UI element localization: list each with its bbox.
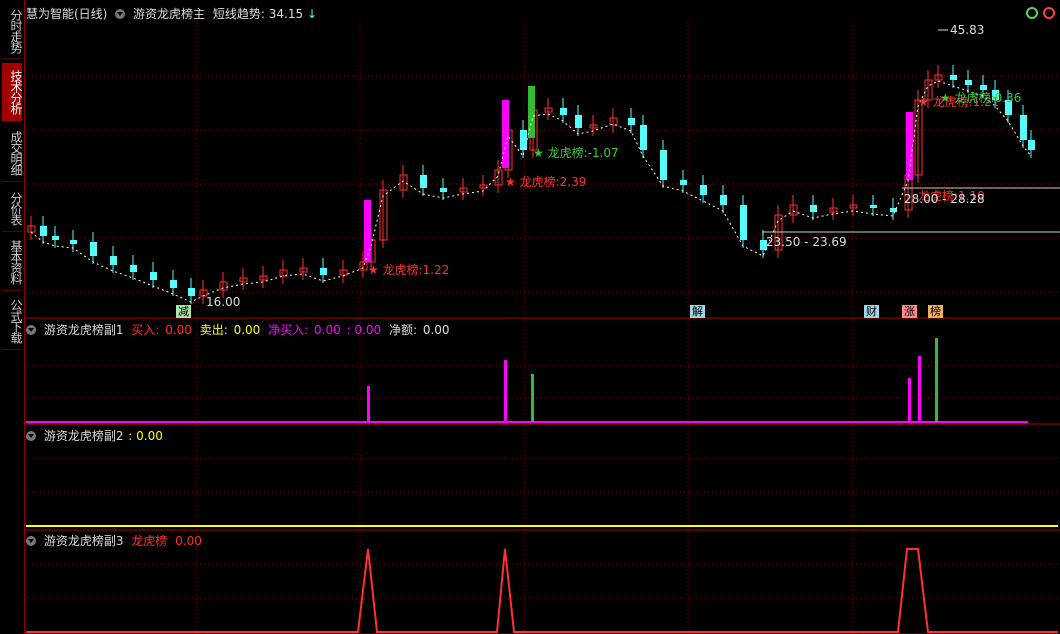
range-label: 23.50 - 23.69: [766, 235, 847, 249]
sub3-value: 0.00: [175, 534, 202, 548]
event-tag-unlock[interactable]: 解: [690, 305, 705, 318]
candle-body: [70, 240, 77, 244]
candle-body: [660, 150, 667, 180]
sub1-net-amount-value: 0.00: [422, 323, 450, 337]
range-label: 28.00 - 28.28: [904, 192, 985, 206]
stock-name: 慧为智能(日线): [26, 7, 108, 21]
sub1-bar: [531, 374, 534, 422]
candle-body: [640, 125, 647, 150]
sub3-label: 龙虎榜: [131, 534, 168, 548]
main-indicator-name[interactable]: 游资龙虎榜主: [133, 7, 205, 21]
sub3-menu-icon[interactable]: [26, 536, 36, 546]
sub1-bar: [935, 338, 938, 422]
candle-body: [810, 205, 817, 212]
sub1-bar: [367, 386, 370, 422]
candle-body: [40, 226, 47, 236]
sub1-net-amount-label: 净额:: [388, 323, 418, 337]
sub1-net-buy-label: 净买入:: [268, 323, 309, 337]
sub1-sell-value: 0.00: [233, 323, 261, 337]
candle-body: [170, 280, 177, 288]
sub1-bar: [918, 356, 921, 422]
sub1-menu-icon[interactable]: [26, 325, 36, 335]
candle-body-billboard: [364, 200, 371, 262]
candle-body: [520, 130, 527, 150]
candle-body: [870, 205, 877, 208]
candle-body: [188, 288, 195, 296]
event-tag-reduce[interactable]: 减: [176, 305, 191, 318]
close-icon[interactable]: [1043, 7, 1055, 19]
candle-body: [575, 115, 582, 128]
event-tag-limit-up[interactable]: 涨: [902, 305, 917, 318]
billboard-annotation: ★ 龙虎榜:-1.07: [533, 145, 619, 160]
event-tag-billboard[interactable]: 榜: [928, 305, 943, 318]
sub2-menu-icon[interactable]: [26, 431, 36, 441]
maximize-icon[interactable]: [1026, 7, 1038, 19]
sub1-title: 游资龙虎榜副1 买入: 0.00 卖出: 0.00 净买入: 0.00 : 0.…: [26, 321, 454, 338]
candle-body: [130, 265, 137, 272]
sub3-line: [26, 548, 1058, 633]
trend-down-arrow-icon: ↓: [306, 7, 317, 21]
candle-body: [420, 175, 427, 188]
sub2-value: : 0.00: [128, 429, 163, 443]
indicator-menu-icon[interactable]: [115, 9, 126, 19]
sub1-buy-value: 0.00: [165, 323, 192, 337]
candle-body: [1028, 140, 1035, 150]
billboard-annotation: ★ 龙虎榜:2.39: [505, 174, 586, 189]
candle-body: [700, 185, 707, 195]
billboard-annotation: ★ 龙虎榜:0.36: [940, 90, 1021, 105]
candle-body: [150, 272, 157, 280]
candle-body: [680, 180, 687, 185]
candle-body: [628, 118, 635, 125]
sub1-buy-label: 买入:: [131, 323, 160, 337]
candle-body: [52, 236, 59, 240]
sub1-bar: [908, 378, 911, 422]
sub1-sell-label: 卖出:: [199, 323, 228, 337]
title-bar: 慧为智能(日线) 游资龙虎榜主 短线趋势: 34.15 ↓: [26, 5, 321, 21]
sub1-bar: [504, 360, 507, 422]
sub1-net-buy-value2: : 0.00: [346, 323, 382, 337]
trend-value: 34.15: [268, 7, 304, 21]
candle-body: [110, 256, 117, 265]
candle-body: [1020, 115, 1027, 140]
candle-body: [950, 75, 957, 80]
sub2-name[interactable]: 游资龙虎榜副2: [44, 429, 124, 443]
sub1-name[interactable]: 游资龙虎榜副1: [44, 323, 124, 337]
sub2-title: 游资龙虎榜副2 : 0.00: [26, 427, 167, 444]
sub3-title: 游资龙虎榜副3 龙虎榜 0.00: [26, 532, 206, 549]
candle-body: [980, 85, 987, 90]
candle-body: [440, 188, 447, 192]
high-price-label: 45.83: [950, 23, 984, 37]
sub3-name[interactable]: 游资龙虎榜副3: [44, 534, 124, 548]
candle-body: [320, 268, 327, 275]
candle-body: [720, 195, 727, 205]
trend-label: 短线趋势:: [212, 7, 265, 21]
candle-body: [560, 108, 567, 115]
candle-body: [965, 80, 972, 85]
candle-body: [740, 205, 747, 240]
event-tag-finance[interactable]: 财: [864, 305, 879, 318]
sub1-net-buy-value: 0.00: [314, 323, 341, 337]
low-price-label: 16.00: [206, 295, 240, 309]
billboard-annotation: ★ 龙虎榜:1.22: [368, 262, 449, 277]
candle-body: [90, 242, 97, 256]
